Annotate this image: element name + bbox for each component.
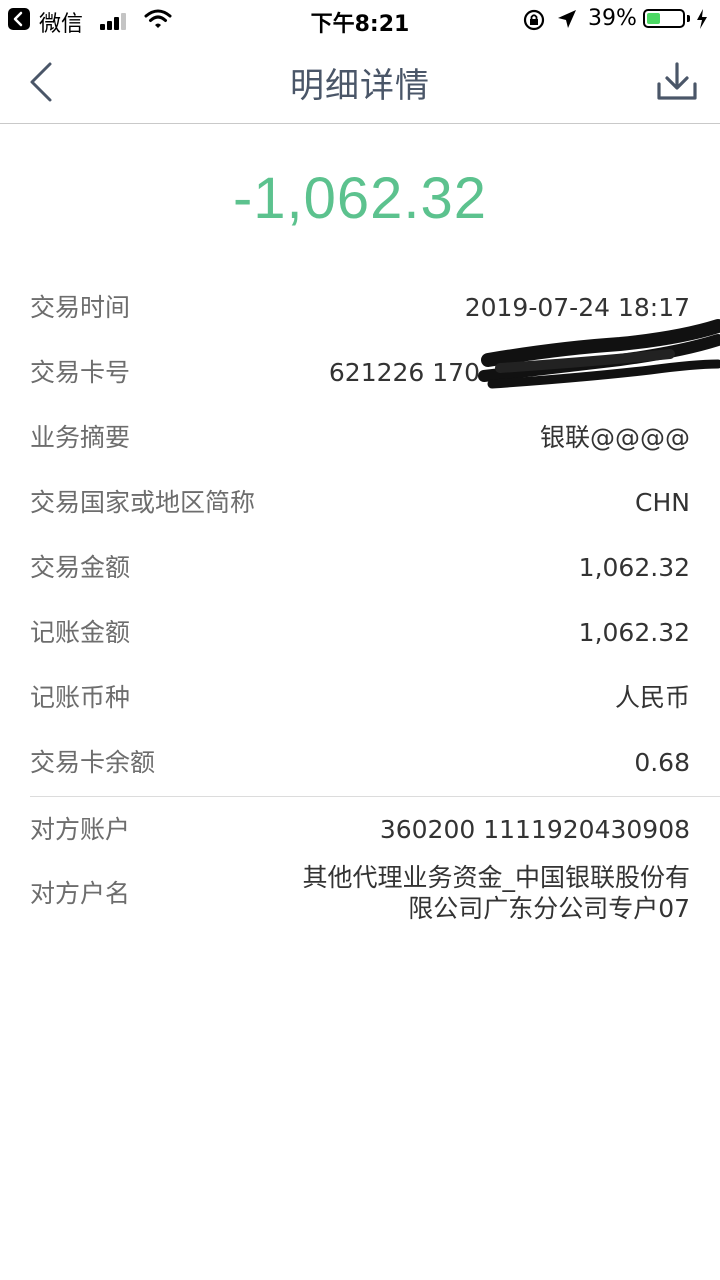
detail-label: 交易时间: [30, 293, 131, 322]
detail-value: 360200 1111920430908: [379, 815, 690, 844]
location-arrow-icon: [558, 10, 576, 28]
detail-label: 对方户名: [30, 879, 131, 908]
detail-row-summary: 业务摘要 银联@@@@: [30, 405, 690, 470]
detail-row-posted-amount: 记账金额 1,062.32: [30, 600, 690, 665]
status-bar: 微信 下午8:21 39%: [0, 0, 720, 40]
detail-label: 记账金额: [30, 618, 131, 647]
detail-value: 其他代理业务资金_中国银联股份有限公司广东分公司专户07: [302, 863, 690, 923]
battery-cap: [687, 15, 690, 22]
battery-percent: 39%: [588, 6, 637, 31]
rotation-lock-icon: [523, 9, 545, 31]
detail-value: 0.68: [634, 748, 690, 777]
download-icon[interactable]: [654, 60, 700, 106]
detail-label: 交易国家或地区简称: [30, 488, 256, 517]
transaction-amount: -1,062.32: [232, 166, 488, 231]
redaction-scribble: [478, 319, 720, 389]
detail-value: 1,062.32: [578, 553, 690, 582]
detail-label: 业务摘要: [30, 423, 131, 452]
detail-value: CHN: [635, 488, 690, 517]
nav-bar: 明细详情: [0, 40, 720, 124]
detail-label: 记账币种: [30, 683, 131, 712]
detail-value: 621226 170: [328, 358, 480, 387]
charging-bolt-icon: [697, 9, 707, 29]
detail-label: 交易金额: [30, 553, 131, 582]
detail-value: 1,062.32: [578, 618, 690, 647]
detail-row-tx-amount: 交易金额 1,062.32: [30, 535, 690, 600]
detail-label: 对方账户: [30, 815, 131, 844]
battery-icon: [643, 9, 685, 28]
detail-row-counter-name: 对方户名 其他代理业务资金_中国银联股份有限公司广东分公司专户07: [30, 857, 690, 931]
detail-label: 交易卡号: [30, 358, 131, 387]
battery-level: [647, 13, 660, 24]
detail-row-currency: 记账币种 人民币: [30, 665, 690, 730]
detail-value: 银联@@@@: [539, 423, 690, 452]
detail-row-counter-account: 对方账户 360200 1111920430908: [30, 797, 690, 862]
detail-row-balance: 交易卡余额 0.68: [30, 730, 690, 795]
page-title: 明细详情: [290, 66, 430, 106]
detail-value: 人民币: [614, 683, 690, 712]
detail-row-country: 交易国家或地区简称 CHN: [30, 470, 690, 535]
detail-label: 交易卡余额: [30, 748, 156, 777]
